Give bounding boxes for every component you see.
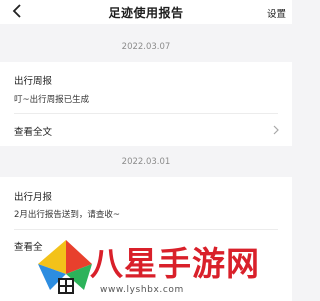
report-title: 出行周报: [14, 76, 53, 87]
view-full-text-link[interactable]: 查看全文: [14, 124, 52, 138]
report-title: 出行月报: [14, 192, 53, 203]
report-card-weekly[interactable]: 出行周报 叮~出行周报已生成 查看全文: [0, 62, 292, 146]
report-date: 2022.03.07: [121, 42, 171, 52]
report-message: 叮~出行周报已生成: [14, 95, 90, 105]
divider: [14, 229, 278, 230]
report-message: 2月出行报告送到，请查收~: [14, 210, 121, 220]
settings-button[interactable]: 设置: [267, 6, 286, 20]
report-date: 2022.03.01: [121, 157, 171, 167]
nav-bar: 足迹使用报告 设置: [0, 0, 292, 24]
page-title: 足迹使用报告: [108, 6, 184, 20]
chevron-right-icon: [273, 125, 279, 135]
watermark-brand-text: 八星手游网: [90, 244, 260, 283]
watermark-url-text: www.lyshbx.com: [100, 285, 184, 295]
divider: [14, 113, 278, 114]
